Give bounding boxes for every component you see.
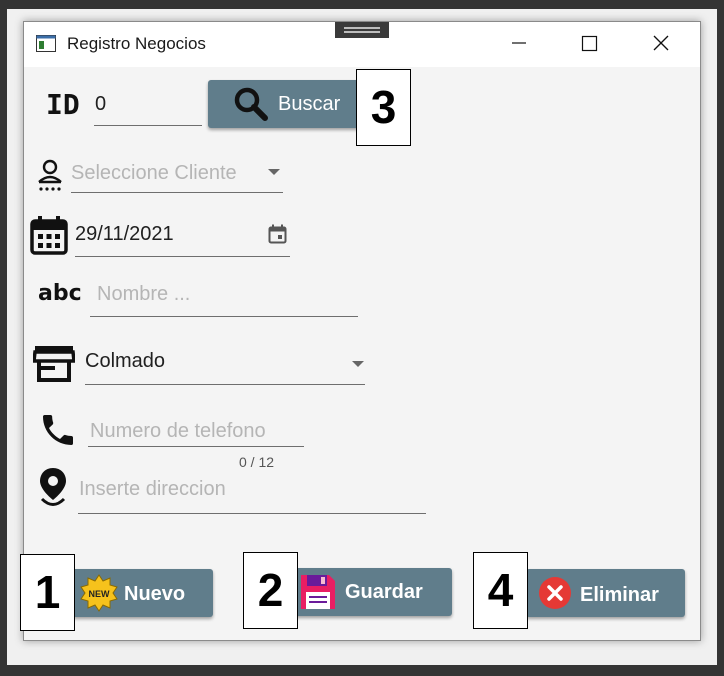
save-floppy-icon	[301, 575, 335, 609]
search-icon	[234, 87, 268, 121]
phone-char-counter: 0 / 12	[239, 454, 275, 470]
id-value[interactable]: 0	[95, 93, 106, 116]
app-window-icon	[36, 35, 56, 52]
new-button[interactable]: NEW Nuevo	[72, 569, 213, 617]
minimize-button[interactable]	[495, 22, 541, 67]
close-button[interactable]	[638, 22, 684, 67]
drag-handle[interactable]	[335, 22, 389, 38]
location-pin-icon	[40, 468, 66, 506]
client-select-placeholder[interactable]: Seleccione Cliente	[71, 162, 237, 185]
search-button-label: Buscar	[278, 93, 341, 115]
name-underline	[90, 316, 358, 317]
new-badge-icon: NEW	[80, 574, 118, 612]
date-value[interactable]: 29/11/2021	[75, 223, 174, 246]
address-placeholder[interactable]: Inserte direccion	[79, 478, 226, 501]
business-type-value[interactable]: Colmado	[85, 350, 165, 373]
search-button[interactable]: Buscar	[208, 80, 368, 128]
phone-icon	[43, 415, 73, 445]
calendar-icon	[30, 216, 68, 255]
save-button-label: Guardar	[345, 581, 423, 603]
annotation-badge-3: 3	[356, 69, 411, 146]
store-icon	[33, 346, 75, 382]
id-label: ID	[46, 88, 80, 121]
phone-underline	[88, 446, 304, 447]
window-title: Registro Negocios	[67, 34, 206, 53]
chevron-down-icon[interactable]	[352, 361, 366, 369]
save-button[interactable]: Guardar	[293, 568, 452, 616]
id-underline	[94, 125, 202, 126]
annotation-badge-1: 1	[20, 554, 75, 631]
client-select-underline	[71, 192, 283, 193]
phone-placeholder[interactable]: Numero de telefono	[90, 420, 266, 443]
maximize-icon	[581, 35, 598, 52]
title-bar[interactable]: Registro Negocios	[24, 22, 700, 67]
annotation-badge-2: 2	[243, 552, 298, 629]
business-type-underline	[85, 384, 365, 385]
new-button-label: Nuevo	[124, 583, 186, 605]
name-placeholder[interactable]: Nombre ...	[97, 283, 190, 306]
date-underline	[75, 256, 290, 257]
client-person-icon	[38, 159, 62, 191]
delete-x-icon	[539, 577, 571, 609]
maximize-button[interactable]	[566, 22, 612, 67]
delete-button-label: Eliminar	[580, 584, 659, 606]
new-badge-text: NEW	[89, 589, 111, 599]
delete-button[interactable]: Eliminar	[526, 569, 685, 617]
date-picker-icon[interactable]	[268, 224, 287, 244]
name-abc-icon: abc	[38, 281, 82, 306]
close-icon	[653, 35, 669, 51]
annotation-badge-4: 4	[473, 552, 528, 629]
address-underline	[78, 513, 426, 514]
minimize-icon	[512, 42, 526, 44]
chevron-down-icon[interactable]	[268, 169, 282, 177]
